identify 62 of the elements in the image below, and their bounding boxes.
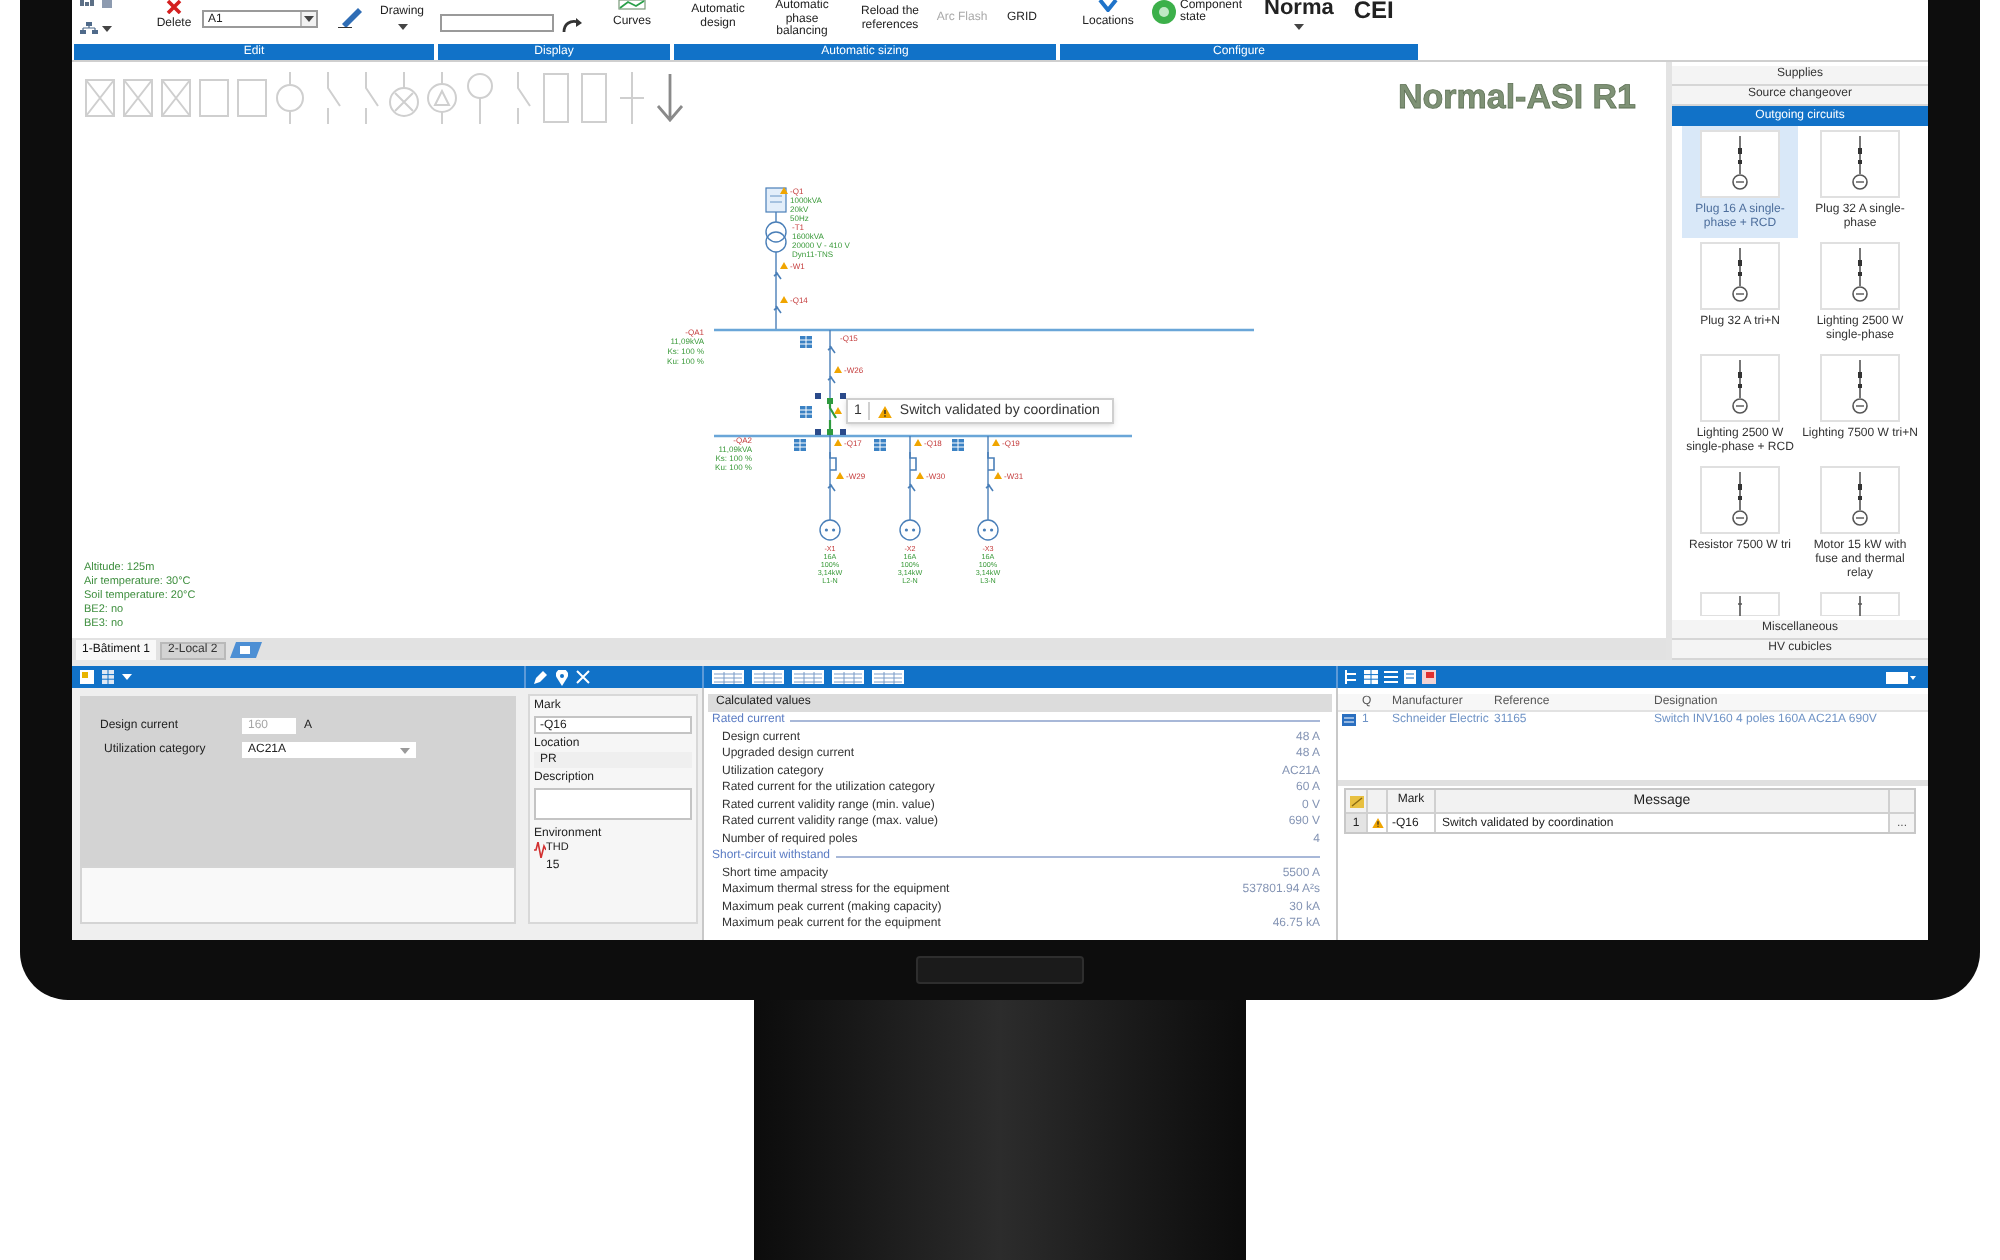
dropdown-button[interactable] <box>300 12 316 26</box>
note-icon <box>1349 795 1363 807</box>
pencil-icon[interactable] <box>338 4 364 28</box>
table-view-icon[interactable] <box>832 670 864 684</box>
caret-icon <box>102 25 112 31</box>
selection-handle <box>840 429 846 435</box>
chevron-down-icon <box>1098 0 1118 12</box>
dropdown-icon[interactable] <box>1886 671 1916 683</box>
description-input[interactable] <box>534 788 692 820</box>
selection-handle <box>815 393 821 399</box>
circuit-thumbnail-icon <box>1700 130 1780 198</box>
standard-code-button[interactable]: CEI <box>1353 0 1394 20</box>
circuit-thumbnail-icon <box>1820 354 1900 422</box>
circuit-thumbnail-icon <box>1820 466 1900 534</box>
circle-icon[interactable] <box>464 72 496 124</box>
caret-icon <box>122 674 132 680</box>
status-circle-icon <box>1152 0 1176 24</box>
tree-icon[interactable] <box>1344 670 1358 684</box>
line-icon[interactable] <box>616 72 648 124</box>
properties-icon[interactable] <box>80 670 94 684</box>
circuit-thumbnail-icon <box>1820 592 1900 616</box>
circuit-thumbnail-icon <box>1820 242 1900 310</box>
circuit-thumbnail-icon <box>1700 466 1780 534</box>
selection-handle <box>815 429 821 435</box>
power-source-symbol <box>765 187 787 213</box>
list-icon[interactable] <box>1384 670 1398 684</box>
table-view-icon[interactable] <box>792 670 824 684</box>
tall-rectangle-icon[interactable] <box>578 72 610 124</box>
bar-chart-icon[interactable] <box>80 0 94 6</box>
pin-icon[interactable] <box>556 669 568 685</box>
cross-icon[interactable] <box>576 670 590 684</box>
warning-icon <box>877 405 892 417</box>
display-field[interactable] <box>440 14 554 32</box>
caret-icon <box>400 747 410 753</box>
hierarchy-icon[interactable] <box>80 22 98 34</box>
table-icon[interactable] <box>1364 670 1378 684</box>
down-arrow-icon[interactable] <box>654 72 686 124</box>
connection-point <box>827 398 833 404</box>
table-icon[interactable] <box>102 670 114 684</box>
curved-arrow-icon[interactable] <box>562 18 582 32</box>
tall-rectangle-icon[interactable] <box>540 72 572 124</box>
flag-icon[interactable] <box>1422 670 1436 684</box>
table-view-icon[interactable] <box>712 670 744 684</box>
caret-icon <box>304 16 314 22</box>
circuit-thumbnail-icon <box>1700 354 1780 422</box>
connection-point <box>827 429 833 435</box>
table-view-icon[interactable] <box>752 670 784 684</box>
document-icon[interactable] <box>1404 670 1416 684</box>
schema-title: Normal-ASI R1 <box>1397 78 1636 118</box>
selection-handle <box>840 393 846 399</box>
circuit-thumbnail-icon <box>1700 242 1780 310</box>
circuit-thumbnail-icon <box>1820 130 1900 198</box>
waveform-icon <box>534 842 546 858</box>
triangle-icon[interactable] <box>426 72 458 124</box>
caret-icon <box>1293 24 1304 30</box>
meter-icon[interactable] <box>274 72 306 124</box>
switch-symbol[interactable] <box>828 400 838 432</box>
add-tab-icon[interactable] <box>229 642 262 658</box>
cross-icon <box>166 0 182 14</box>
caret-icon <box>397 24 407 30</box>
table-view-icon[interactable] <box>872 670 904 684</box>
circuit-thumbnail-icon <box>1700 592 1780 616</box>
